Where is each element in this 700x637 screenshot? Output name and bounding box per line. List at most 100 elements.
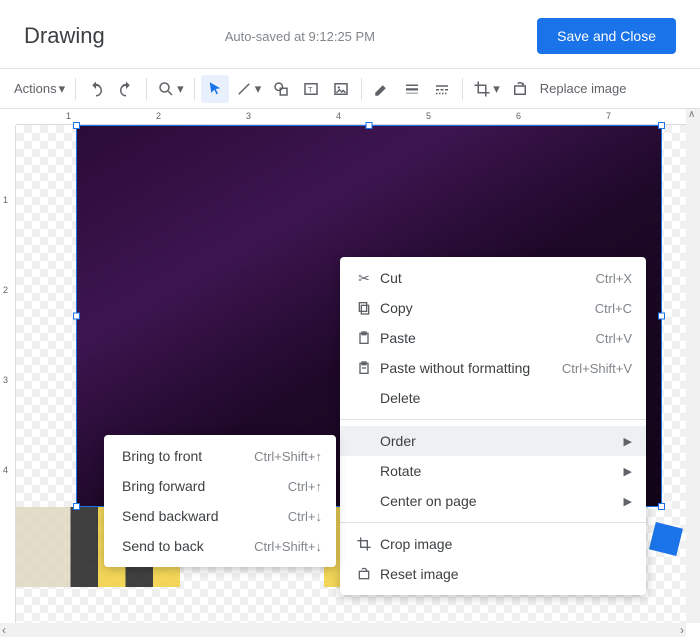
undo-button[interactable] <box>82 75 110 103</box>
ruler-tick: 5 <box>426 111 431 121</box>
ruler-tick: 7 <box>606 111 611 121</box>
menu-separator <box>340 522 646 523</box>
toolbar-separator <box>194 78 195 100</box>
crop-icon <box>473 80 491 98</box>
ctx-shortcut: Ctrl+X <box>596 271 632 286</box>
line-dash-icon <box>433 80 451 98</box>
ctx-label: Bring to front <box>122 448 254 464</box>
scroll-left-icon[interactable]: ‹ <box>2 623 6 637</box>
pencil-icon <box>373 80 391 98</box>
ruler-tick: 6 <box>516 111 521 121</box>
resize-handle[interactable] <box>658 503 665 510</box>
border-color-button[interactable] <box>368 75 396 103</box>
resize-handle[interactable] <box>658 313 665 320</box>
ctx-label: Paste without formatting <box>376 360 562 376</box>
canvas-area[interactable]: 1 2 3 4 5 6 7 1 2 3 4 The WindowsClub <box>0 109 700 637</box>
resize-handle[interactable] <box>73 122 80 129</box>
image-tool-button[interactable] <box>327 75 355 103</box>
horizontal-scrollbar[interactable]: ‹› <box>0 623 686 637</box>
horizontal-ruler: 1 2 3 4 5 6 7 <box>16 109 700 125</box>
ctx-label: Paste <box>376 330 596 346</box>
ctx-label: Send backward <box>122 508 288 524</box>
toolbar-separator <box>75 78 76 100</box>
reset-image-icon <box>511 80 529 98</box>
ruler-tick: 2 <box>3 285 8 295</box>
ruler-tick: 1 <box>66 111 71 121</box>
ctx-order[interactable]: Order ▶ <box>340 426 646 456</box>
replace-image-button[interactable]: Replace image <box>536 75 631 103</box>
line-tool-button[interactable]: ▾ <box>231 75 266 103</box>
zoom-button[interactable]: ▾ <box>153 75 188 103</box>
submenu-arrow-icon: ▶ <box>624 465 632 478</box>
ruler-tick: 4 <box>336 111 341 121</box>
drawing-dialog: Drawing Auto-saved at 9:12:25 PM Save an… <box>0 0 700 637</box>
ctx-copy[interactable]: Copy Ctrl+C <box>340 293 646 323</box>
vertical-scrollbar[interactable] <box>686 109 700 623</box>
undo-icon <box>87 80 105 98</box>
ctx-shortcut: Ctrl+Shift+V <box>562 361 632 376</box>
ctx-send-backward[interactable]: Send backward Ctrl+↓ <box>104 501 336 531</box>
ctx-label: Bring forward <box>122 478 288 494</box>
shape-tool-button[interactable] <box>267 75 295 103</box>
textbox-icon: T <box>302 80 320 98</box>
submenu-arrow-icon: ▶ <box>624 435 632 448</box>
svg-text:T: T <box>308 85 313 94</box>
ctx-reset-image[interactable]: Reset image <box>340 559 646 589</box>
textbox-tool-button[interactable]: T <box>297 75 325 103</box>
ctx-label: Cut <box>376 270 596 286</box>
ctx-label: Send to back <box>122 538 254 554</box>
ctx-paste[interactable]: Paste Ctrl+V <box>340 323 646 353</box>
ctx-center[interactable]: Center on page ▶ <box>340 486 646 516</box>
crop-button[interactable]: ▾ <box>469 75 504 103</box>
scroll-right-icon[interactable]: › <box>680 623 684 637</box>
reset-image-icon <box>352 566 376 582</box>
ctx-crop-image[interactable]: Crop image <box>340 529 646 559</box>
select-tool-button[interactable] <box>201 75 229 103</box>
resize-handle[interactable] <box>73 503 80 510</box>
line-icon <box>235 80 253 98</box>
save-and-close-button[interactable]: Save and Close <box>537 18 676 54</box>
ctx-bring-to-front[interactable]: Bring to front Ctrl+Shift+↑ <box>104 441 336 471</box>
resize-handle[interactable] <box>658 122 665 129</box>
ctx-send-to-back[interactable]: Send to back Ctrl+Shift+↓ <box>104 531 336 561</box>
resize-handle[interactable] <box>73 313 80 320</box>
toolbar: Actions ▾ ▾ ▾ T ▾ Replace image <box>0 69 700 109</box>
ruler-tick: 3 <box>246 111 251 121</box>
ctx-rotate[interactable]: Rotate ▶ <box>340 456 646 486</box>
toolbar-separator <box>146 78 147 100</box>
menu-separator <box>340 419 646 420</box>
reset-image-button[interactable] <box>506 75 534 103</box>
toolbar-separator <box>361 78 362 100</box>
border-weight-button[interactable] <box>398 75 426 103</box>
ruler-tick: 4 <box>3 465 8 475</box>
vertical-ruler: 1 2 3 4 <box>0 125 16 637</box>
redo-button[interactable] <box>112 75 140 103</box>
paste-plain-icon <box>352 360 376 376</box>
ctx-label: Copy <box>376 300 595 316</box>
ctx-label: Order <box>376 433 616 449</box>
cut-icon: ✂ <box>352 270 376 287</box>
ctx-shortcut: Ctrl+Shift+↓ <box>254 539 322 554</box>
actions-menu-button[interactable]: Actions ▾ <box>10 75 69 103</box>
cursor-icon <box>206 80 224 98</box>
resize-handle[interactable] <box>366 122 373 129</box>
actions-label: Actions <box>14 81 57 96</box>
shape-icon <box>272 80 290 98</box>
replace-image-label: Replace image <box>540 81 627 96</box>
line-weight-icon <box>403 80 421 98</box>
ctx-bring-forward[interactable]: Bring forward Ctrl+↑ <box>104 471 336 501</box>
copy-icon <box>352 300 376 316</box>
dialog-title: Drawing <box>24 23 105 49</box>
ctx-label: Delete <box>376 390 632 406</box>
ctx-label: Center on page <box>376 493 616 509</box>
zoom-icon <box>157 80 175 98</box>
caret-down-icon: ▾ <box>177 81 184 97</box>
ctx-paste-plain[interactable]: Paste without formatting Ctrl+Shift+V <box>340 353 646 383</box>
border-dash-button[interactable] <box>428 75 456 103</box>
order-submenu: Bring to front Ctrl+Shift+↑ Bring forwar… <box>104 435 336 567</box>
toolbar-separator <box>462 78 463 100</box>
ctx-delete[interactable]: Delete <box>340 383 646 413</box>
ctx-cut[interactable]: ✂ Cut Ctrl+X <box>340 263 646 293</box>
caret-down-icon: ▾ <box>493 81 500 97</box>
crop-icon <box>352 536 376 552</box>
